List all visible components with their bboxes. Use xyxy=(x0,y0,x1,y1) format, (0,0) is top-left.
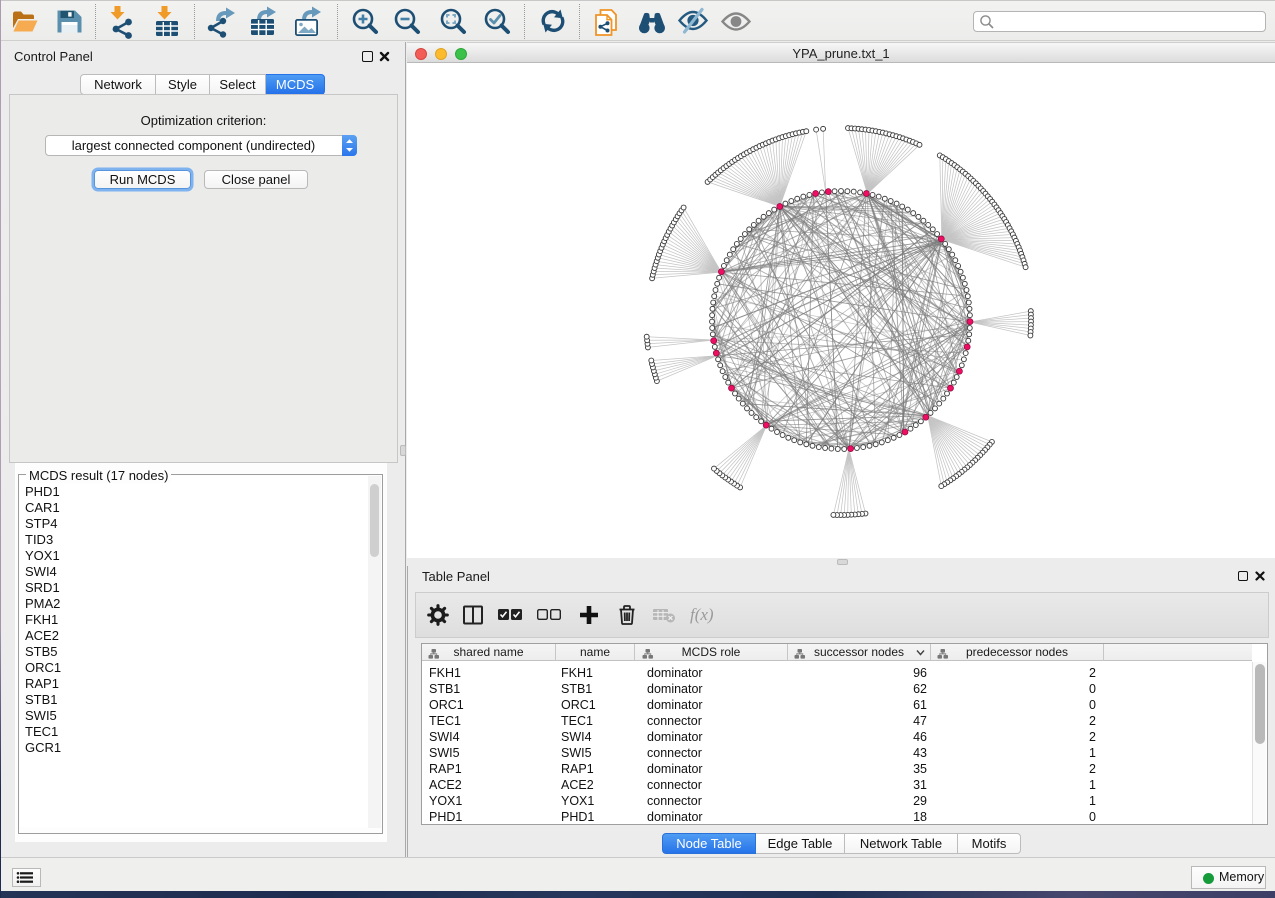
svg-text:f(x): f(x) xyxy=(690,605,714,624)
